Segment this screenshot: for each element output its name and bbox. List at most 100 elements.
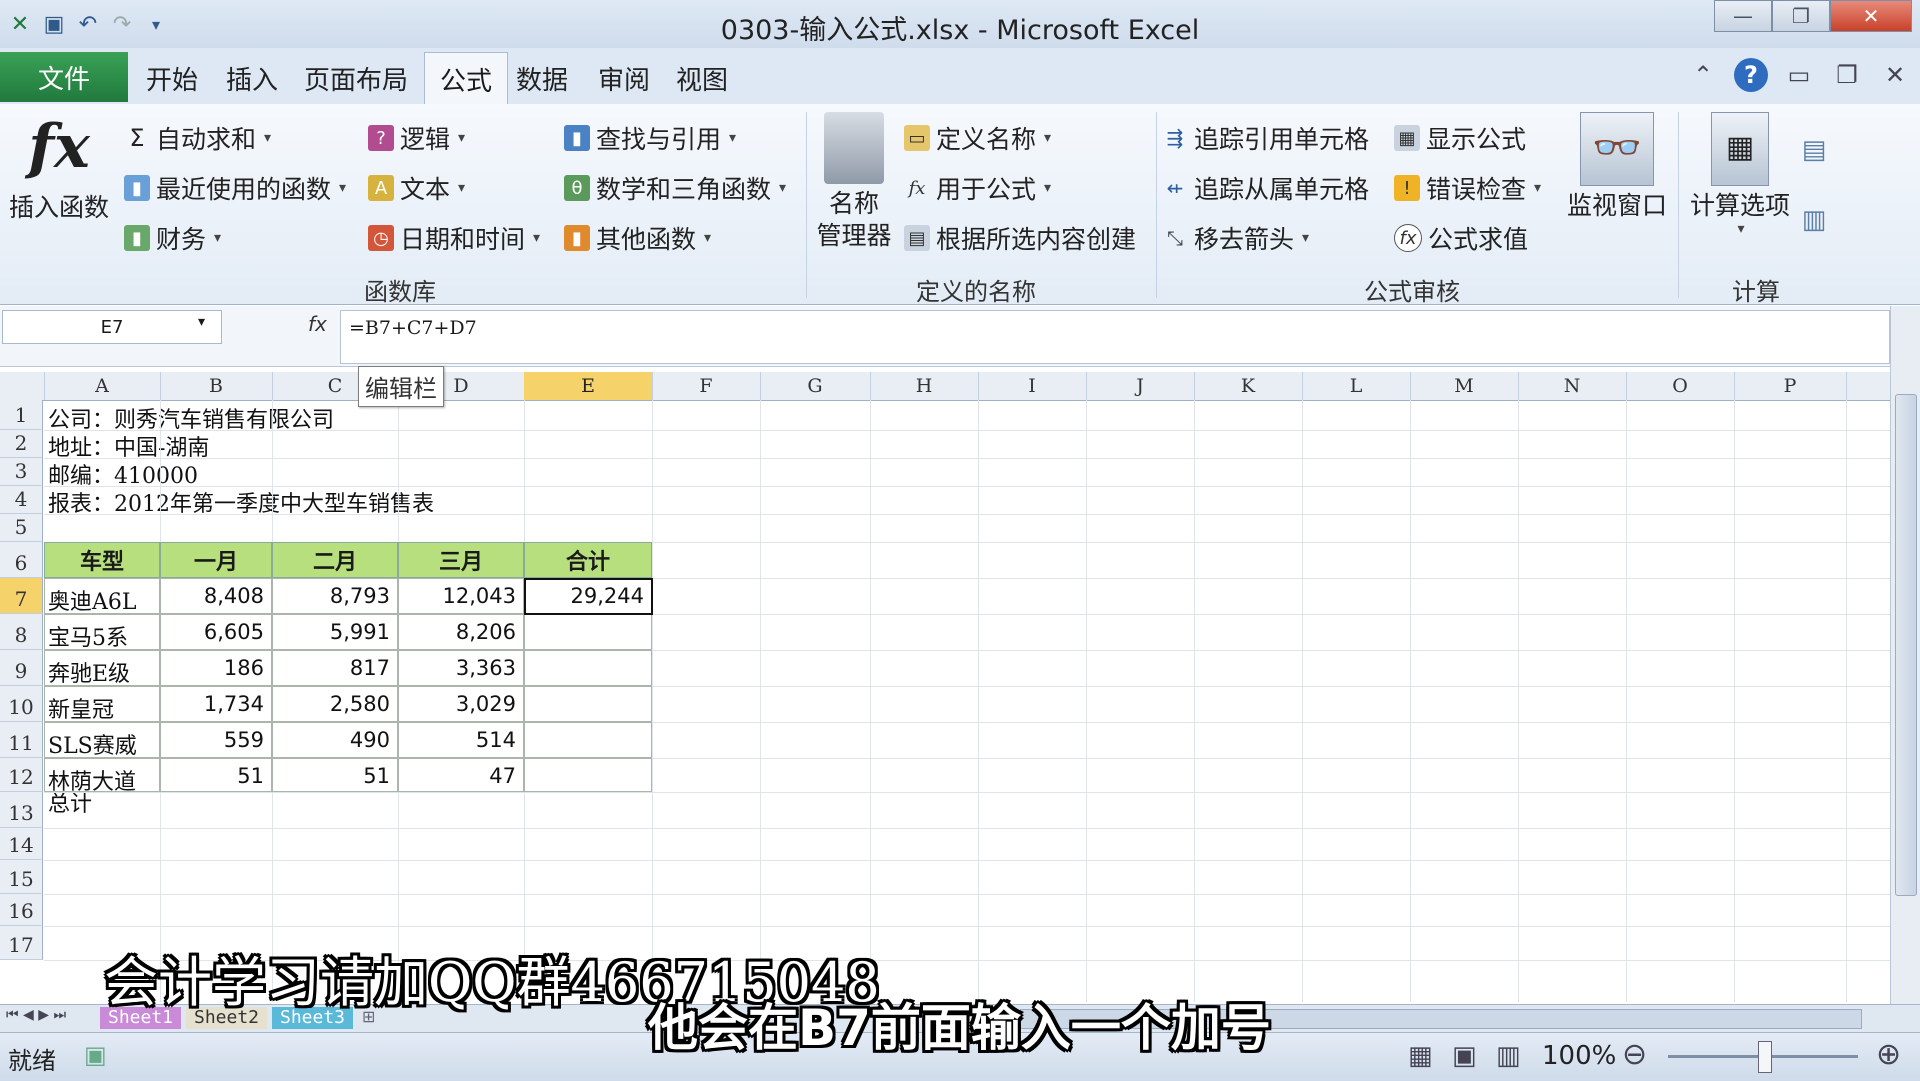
doc-minimize-icon[interactable]: ▭	[1782, 58, 1816, 92]
collapse-ribbon-icon[interactable]: ⌃	[1686, 58, 1720, 92]
math-button[interactable]: θ 数学和三角函数 ▾	[564, 170, 786, 206]
use-in-formula-button[interactable]: fx 用于公式 ▾	[904, 170, 1051, 206]
define-name-button[interactable]: ▭ 定义名称 ▾	[904, 120, 1051, 156]
doc-close-icon[interactable]: ✕	[1878, 58, 1912, 92]
lookup-button[interactable]: ▮ 查找与引用 ▾	[564, 120, 736, 156]
undo-icon[interactable]: ↶	[74, 10, 102, 38]
select-all-corner[interactable]	[0, 372, 45, 400]
row-header-11[interactable]: 11	[0, 722, 43, 758]
worksheet-grid[interactable]: ABCDEFGHIJKLMNOP 1 2 3 4 5 6 7 8 9 10 11 12 13 14 15 16…	[0, 372, 1890, 1002]
finance-button[interactable]: ▮ 财务 ▾	[124, 220, 221, 256]
row-header-9[interactable]: 9	[0, 650, 43, 686]
row-header-7[interactable]: 7	[0, 578, 43, 614]
error-check-button[interactable]: ! 错误检查 ▾	[1394, 170, 1541, 206]
row-header-16[interactable]: 16	[0, 894, 43, 926]
name-manager-button[interactable]: 名称 管理器	[812, 112, 896, 252]
minimize-button[interactable]: —	[1714, 0, 1772, 32]
column-header-h[interactable]: H	[870, 372, 979, 400]
remove-arrows-button[interactable]: ⤡ 移去箭头 ▾	[1162, 220, 1309, 256]
macro-record-icon[interactable]: ▣	[84, 1041, 107, 1069]
column-header-e[interactable]: E	[524, 372, 653, 400]
table-header-cell[interactable]: 三月	[398, 542, 524, 578]
calc-options-button[interactable]: ▦ 计算选项 ▾	[1684, 112, 1796, 236]
tab-view[interactable]: 视图	[676, 60, 728, 97]
recent-functions-button[interactable]: ▮ 最近使用的函数 ▾	[124, 170, 346, 206]
active-cell-e7[interactable]	[524, 578, 653, 615]
row-header-8[interactable]: 8	[0, 614, 43, 650]
tab-review[interactable]: 审阅	[598, 60, 650, 97]
row-header-5[interactable]: 5	[0, 514, 43, 542]
insert-function-button[interactable]: fx 插入函数	[4, 112, 114, 224]
calc-sheet-button[interactable]: ▥	[1796, 204, 1832, 236]
column-header-f[interactable]: F	[652, 372, 761, 400]
row-header-3[interactable]: 3	[0, 458, 43, 486]
column-header-o[interactable]: O	[1626, 372, 1735, 400]
show-formulas-button[interactable]: ▦ 显示公式	[1394, 120, 1526, 156]
column-header-b[interactable]: B	[160, 372, 273, 400]
column-header-m[interactable]: M	[1410, 372, 1519, 400]
name-box[interactable]: E7	[2, 310, 222, 344]
column-header-a[interactable]: A	[44, 372, 161, 400]
other-functions-button[interactable]: ▮ 其他函数 ▾	[564, 220, 711, 256]
vertical-scroll-thumb[interactable]	[1895, 394, 1917, 896]
logic-button[interactable]: ? 逻辑 ▾	[368, 120, 465, 156]
table-cell[interactable]	[524, 650, 652, 686]
table-header-cell[interactable]: 二月	[272, 542, 398, 578]
column-header-i[interactable]: I	[978, 372, 1087, 400]
insert-function-icon[interactable]: fx	[308, 312, 327, 336]
column-header-k[interactable]: K	[1194, 372, 1303, 400]
text-button[interactable]: A 文本 ▾	[368, 170, 465, 206]
trace-dependents-button[interactable]: ⇷ 追踪从属单元格	[1162, 170, 1369, 206]
calc-now-button[interactable]: ▤	[1796, 134, 1832, 166]
column-header-j[interactable]: J	[1086, 372, 1195, 400]
row-header-12[interactable]: 12	[0, 758, 43, 792]
chevron-down-icon[interactable]: ▾	[198, 314, 205, 330]
tab-insert[interactable]: 插入	[226, 60, 278, 97]
table-cell[interactable]	[524, 758, 652, 792]
close-button[interactable]: ✕	[1830, 0, 1912, 32]
row-header-1[interactable]: 1	[0, 400, 43, 430]
row-header-4[interactable]: 4	[0, 486, 43, 514]
tab-page-layout[interactable]: 页面布局	[304, 60, 408, 97]
help-icon[interactable]: ?	[1734, 58, 1768, 92]
table-header-cell[interactable]: 车型	[44, 542, 160, 578]
redo-icon[interactable]: ↷	[108, 10, 136, 38]
row-header-6[interactable]: 6	[0, 542, 43, 578]
tab-formulas[interactable]: 公式	[424, 52, 508, 106]
column-header-n[interactable]: N	[1518, 372, 1627, 400]
page-layout-view-icon[interactable]: ▣	[1452, 1041, 1477, 1071]
row-header-2[interactable]: 2	[0, 430, 43, 458]
restore-button[interactable]: ❐	[1772, 0, 1830, 32]
table-cell[interactable]	[524, 686, 652, 722]
datetime-button[interactable]: ◷ 日期和时间 ▾	[368, 220, 540, 256]
column-header-p[interactable]: P	[1734, 372, 1847, 400]
save-icon[interactable]: ▣	[40, 10, 68, 38]
tab-data[interactable]: 数据	[516, 60, 568, 97]
autosum-button[interactable]: Σ 自动求和 ▾	[124, 120, 271, 156]
column-header-l[interactable]: L	[1302, 372, 1411, 400]
table-header-cell[interactable]: 合计	[524, 542, 652, 578]
row-header-17[interactable]: 17	[0, 926, 43, 960]
sheet-nav-arrows-icon[interactable]: ⏮ ◀ ▶ ⏭	[6, 1007, 66, 1023]
tab-file[interactable]: 文件	[0, 52, 128, 102]
trace-precedents-button[interactable]: ⇶ 追踪引用单元格	[1162, 120, 1369, 156]
page-break-view-icon[interactable]: ▥	[1496, 1041, 1521, 1071]
table-header-cell[interactable]: 一月	[160, 542, 272, 578]
evaluate-formula-button[interactable]: fx 公式求值	[1394, 220, 1528, 256]
row-header-10[interactable]: 10	[0, 686, 43, 722]
zoom-out-icon[interactable]: ⊖	[1622, 1037, 1647, 1072]
tab-home[interactable]: 开始	[146, 60, 198, 97]
row-header-15[interactable]: 15	[0, 860, 43, 894]
zoom-slider-thumb[interactable]	[1758, 1041, 1772, 1073]
zoom-level[interactable]: 100%	[1542, 1041, 1616, 1071]
normal-view-icon[interactable]: ▦	[1408, 1041, 1433, 1071]
row-header-14[interactable]: 14	[0, 828, 43, 860]
vertical-scrollbar[interactable]	[1890, 306, 1920, 1014]
zoom-in-icon[interactable]: ⊕	[1876, 1037, 1901, 1072]
customize-toolbar-icon[interactable]: ▾	[142, 10, 170, 38]
table-cell[interactable]	[524, 614, 652, 650]
table-cell[interactable]	[524, 722, 652, 758]
row-header-13[interactable]: 13	[0, 792, 43, 828]
watch-window-button[interactable]: 👓 监视窗口	[1562, 112, 1672, 222]
doc-restore-icon[interactable]: ❐	[1830, 58, 1864, 92]
